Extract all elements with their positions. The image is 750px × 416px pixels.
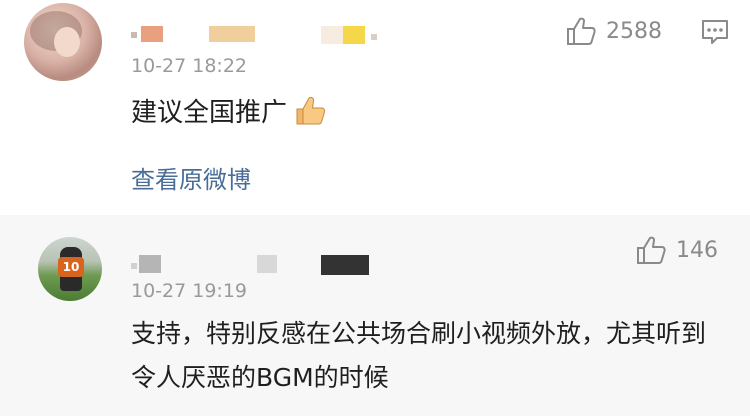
username-redacted[interactable] [131,255,371,275]
avatar[interactable] [24,3,102,81]
avatar-face [54,27,80,57]
avatar-jersey: 10 [58,257,84,277]
comment-text: 建议全国推广 [131,92,327,129]
comment-reply-icon[interactable] [700,17,730,47]
like-count: 2588 [606,18,662,44]
redaction-block [141,26,163,42]
redaction-block [131,32,137,38]
like-button[interactable]: 2588 [566,16,662,46]
comment-time: 10-27 19:19 [131,280,248,302]
redaction-block [131,263,137,269]
comment-time: 10-27 18:22 [131,55,248,77]
comment-item-1: 10-27 18:22 2588 建议全国推广 查看原微博 [0,0,750,215]
view-original-link[interactable]: 查看原微博 [131,160,251,195]
like-button[interactable]: 146 [636,235,718,265]
username-redacted[interactable] [131,24,381,44]
redaction-block [257,255,277,273]
like-count: 146 [676,237,718,263]
avatar[interactable]: 10 [38,237,102,301]
redaction-block [321,26,343,44]
comment-text: 支持，特别反感在公共场合刷小视频外放，尤其听到令人厌恶的BGM的时候 [131,319,707,392]
redaction-block [343,26,365,44]
redaction-block [321,255,369,275]
comment-text-body: 建议全国推广 [131,98,288,128]
redaction-block [209,26,255,42]
redaction-block [371,34,377,40]
comment-item-2: 10 10-27 19:19 146 支持，特别反感在公共场合刷小视频外放，尤其… [0,215,750,416]
thumbs-up-icon [567,17,596,45]
redaction-block [139,255,161,273]
thumbs-up-icon [637,236,666,264]
thumbs-up-emoji-icon [296,96,326,124]
